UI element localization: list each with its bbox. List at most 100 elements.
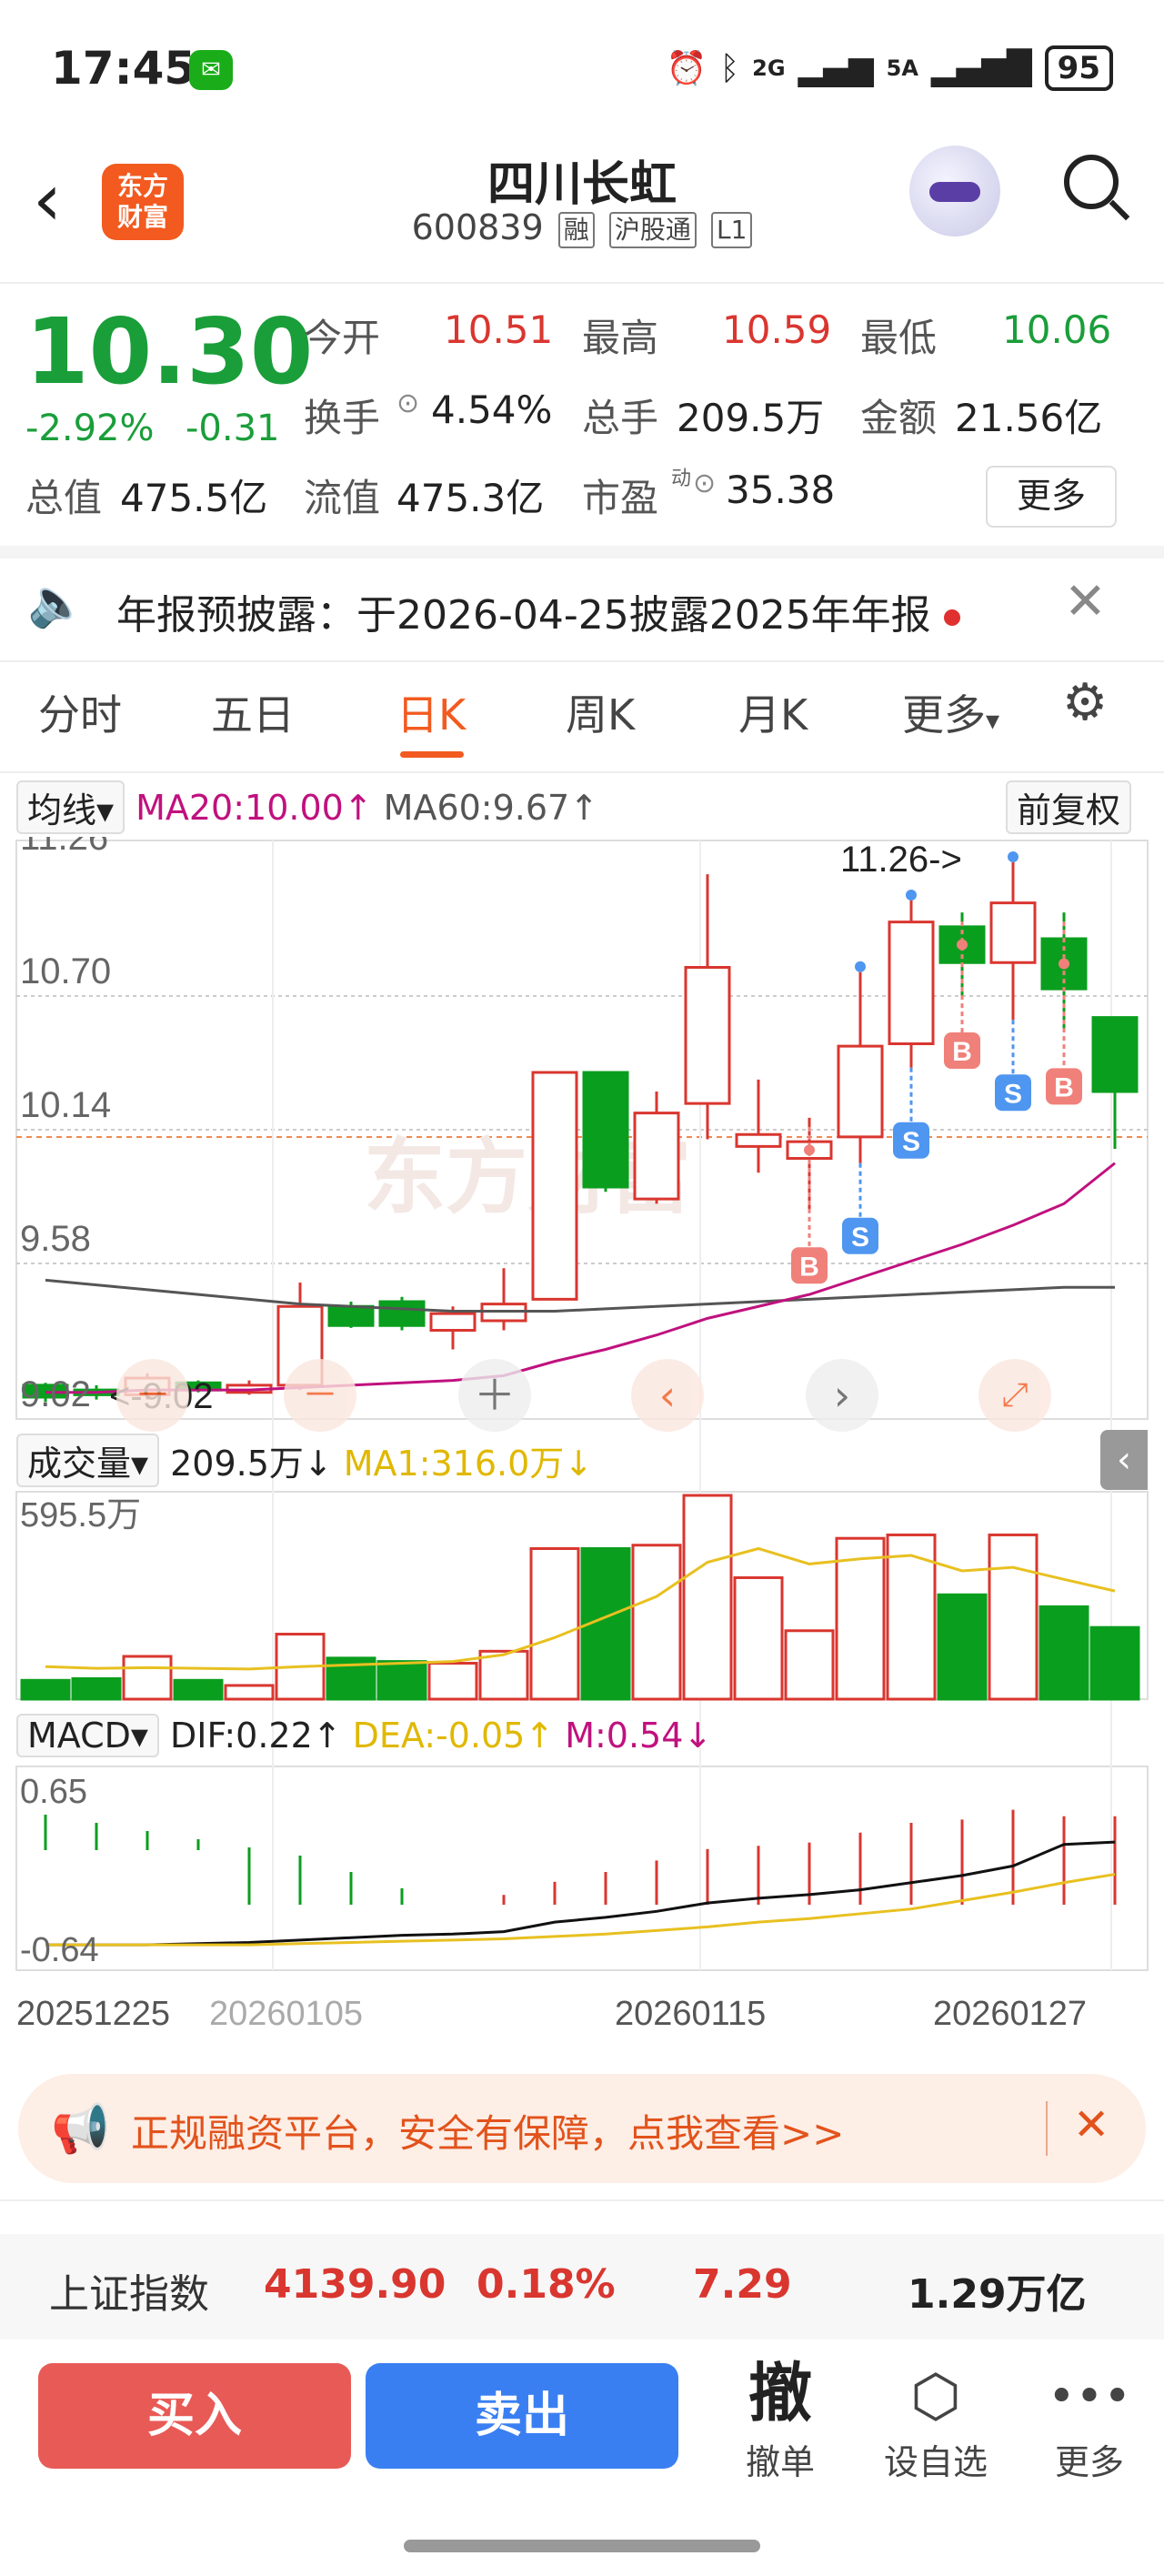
- total-value: 475.5亿: [120, 476, 268, 520]
- signal-text: B: [1054, 1072, 1074, 1102]
- tab-monthly-k[interactable]: 月K: [738, 682, 808, 742]
- volume-select[interactable]: 成交量▾: [16, 1434, 160, 1487]
- search-icon[interactable]: [1064, 155, 1119, 209]
- pe-label: 市盈: [582, 476, 659, 520]
- macd-select[interactable]: MACD▾: [16, 1714, 159, 1757]
- assistant-robot-icon[interactable]: [909, 146, 1000, 236]
- open-label: 今开: [304, 316, 381, 360]
- amount-value: 21.56亿: [955, 396, 1103, 440]
- index-change: 7.29: [693, 2261, 792, 2308]
- megaphone-icon: 📢: [51, 2102, 110, 2157]
- float-value: 475.3亿: [396, 476, 545, 520]
- active-tab-indicator: [400, 751, 464, 758]
- ma-select[interactable]: 均线▾: [16, 780, 125, 834]
- x-date-label: 20251225: [16, 1995, 170, 2033]
- volume-bar: [682, 1494, 733, 1701]
- volume-bar: [988, 1533, 1039, 1701]
- ad-banner[interactable]: 📢 正规融资平台，安全有保障，点我查看>> ✕: [18, 2074, 1146, 2183]
- unread-dot: [943, 609, 960, 626]
- y-tick-label: 9.02: [20, 1374, 91, 1414]
- candle-body: [837, 1044, 884, 1139]
- zoom-in-icon[interactable]: －: [284, 1359, 356, 1432]
- home-indicator[interactable]: [404, 2540, 760, 2552]
- signal-dot: [957, 939, 968, 951]
- signal-dot: [804, 1144, 815, 1156]
- cancel-order-button[interactable]: 撤 撤单: [735, 2352, 826, 2484]
- signal-icon: ▂▄▆: [798, 49, 874, 87]
- close-ad-icon[interactable]: ✕: [1073, 2099, 1109, 2150]
- index-pct: 0.18%: [477, 2261, 616, 2308]
- adjust-button[interactable]: 前复权: [1006, 780, 1132, 834]
- volume-bar: [631, 1544, 682, 1701]
- open-value: 10.51: [444, 307, 554, 352]
- tab-five-day[interactable]: 五日: [211, 682, 295, 742]
- dea-line: [45, 1873, 1116, 1947]
- volume-bar: [937, 1593, 988, 1701]
- low-value: 10.06: [1002, 307, 1112, 352]
- notice-text[interactable]: 年报预披露：于2026-04-25披露2025年年报: [116, 582, 960, 640]
- alarm-icon: ⏰: [666, 50, 707, 87]
- turnover-label: 换手: [304, 396, 381, 440]
- buy-button[interactable]: 买入: [38, 2363, 351, 2469]
- volume-bar: [529, 1546, 580, 1701]
- close-notice-icon[interactable]: ✕: [1064, 575, 1107, 629]
- settings-icon[interactable]: ⚙: [1062, 673, 1108, 732]
- tab-weekly-k[interactable]: 周K: [566, 682, 635, 742]
- tag-level: L1: [710, 211, 753, 248]
- y-tick-label: 9.58: [20, 1219, 91, 1259]
- macd-y-top: 0.65: [20, 1773, 87, 1811]
- candle-body: [735, 1132, 782, 1148]
- volume-value: 209.5万: [677, 396, 825, 440]
- scroll-right-icon[interactable]: ›: [806, 1359, 878, 1432]
- change-value: -0.31: [186, 408, 280, 449]
- signal-dot: [1008, 851, 1018, 862]
- volume-bar: [20, 1678, 71, 1701]
- x-date-label: 20260105: [209, 1995, 363, 2033]
- bluetooth-icon: ᛒ: [719, 49, 740, 87]
- low-label: 最低: [860, 316, 938, 360]
- tab-intraday[interactable]: 分时: [38, 682, 122, 742]
- ma60-line: [45, 1278, 1115, 1313]
- ad-text: 正规融资平台，安全有保障，点我查看>>: [131, 2111, 845, 2156]
- candle-body: [888, 921, 935, 1045]
- candle-body: [684, 966, 731, 1105]
- signal-text: S: [1004, 1079, 1022, 1109]
- sell-button[interactable]: 卖出: [366, 2363, 678, 2469]
- candle-body: [989, 901, 1037, 964]
- tab-more[interactable]: 更多▾: [902, 682, 999, 742]
- speaker-icon: 🔈: [27, 576, 86, 630]
- collapse-panel-icon[interactable]: ‹: [1100, 1430, 1148, 1490]
- volume-bar: [733, 1575, 784, 1701]
- index-amount: 1.29万亿: [908, 2271, 1087, 2318]
- volume-label: 总手: [582, 396, 659, 440]
- signal-dot: [855, 961, 866, 972]
- high-annotation: 11.26->: [840, 840, 962, 880]
- plus-icon[interactable]: ＋: [458, 1359, 531, 1432]
- y-tick-label: 10.14: [20, 1085, 111, 1125]
- signal-dot: [1059, 958, 1069, 970]
- add-watchlist-button[interactable]: ⬡ 设自选: [877, 2360, 995, 2484]
- volume-bar: [427, 1662, 478, 1701]
- more-dots-icon: •••: [1047, 2370, 1131, 2424]
- tab-daily-k[interactable]: 日K: [396, 682, 466, 742]
- more-button[interactable]: 更多: [986, 466, 1117, 528]
- zoom-out-icon[interactable]: －: [116, 1359, 189, 1432]
- volume-bar: [122, 1655, 173, 1701]
- signal-text: S: [902, 1127, 920, 1157]
- volume-bar: [1039, 1605, 1089, 1701]
- fullscreen-icon[interactable]: ⤢: [978, 1359, 1051, 1432]
- pe-info-icon[interactable]: ⊙: [693, 468, 716, 499]
- high-label: 最高: [582, 316, 659, 360]
- info-icon[interactable]: ⊙: [396, 387, 419, 419]
- more-actions-button[interactable]: ••• 更多: [1044, 2360, 1135, 2484]
- float-value-label: 流值: [304, 476, 381, 520]
- y-tick-label: 10.70: [20, 951, 111, 991]
- signal-icon-2: ▂▄▆█: [930, 49, 1032, 87]
- candle-body: [378, 1300, 426, 1327]
- high-value: 10.59: [722, 307, 832, 352]
- wechat-icon: ✉: [189, 50, 233, 90]
- candle-body: [429, 1312, 477, 1332]
- signal-dot: [906, 890, 917, 901]
- scroll-left-icon[interactable]: ‹: [631, 1359, 704, 1432]
- volume-bar: [376, 1660, 427, 1701]
